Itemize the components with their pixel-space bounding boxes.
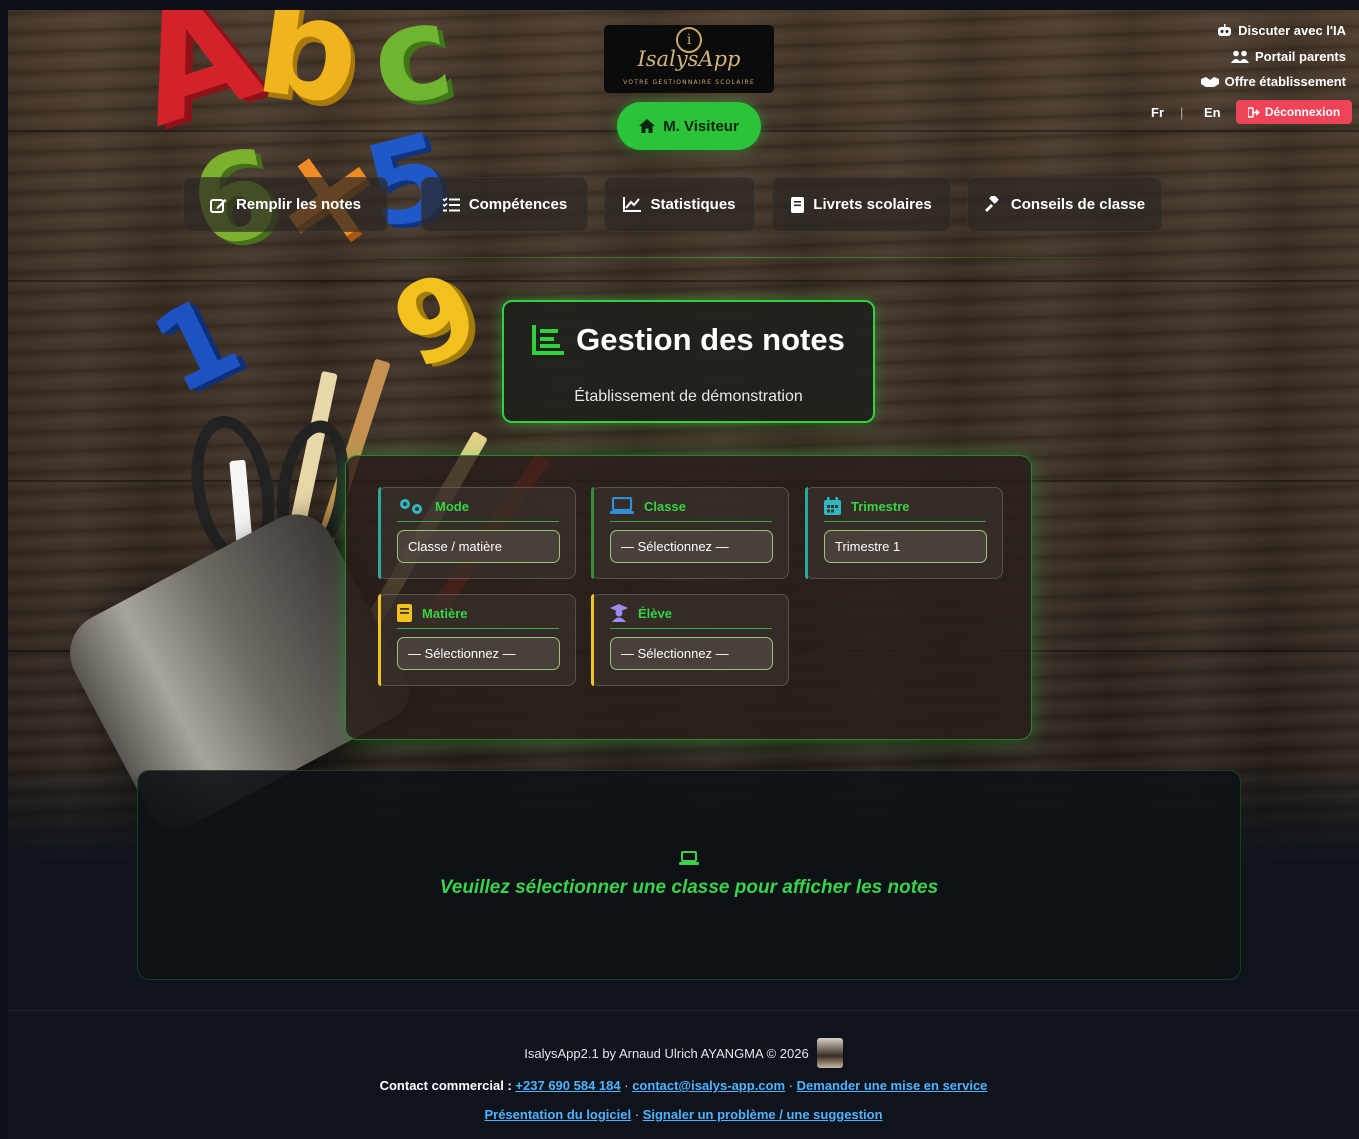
nav-livrets-scolaires[interactable]: Livrets scolaires xyxy=(772,177,951,232)
author-avatar xyxy=(816,1038,843,1068)
nav-remplir-notes[interactable]: Remplir les notes xyxy=(183,177,388,232)
robot-icon xyxy=(1218,24,1232,36)
users-icon xyxy=(1230,50,1249,63)
user-home-button[interactable]: M. Visiteur xyxy=(617,102,761,150)
book-icon xyxy=(397,604,412,622)
footer-contact: Contact commercial : +237 690 584 184 · … xyxy=(379,1078,988,1093)
chart-line-icon xyxy=(623,197,642,212)
nav-divider xyxy=(308,257,1168,258)
page-title-card: Gestion des notes Établissement de démon… xyxy=(502,300,875,423)
school-name: Établissement de démonstration xyxy=(574,388,803,405)
nav-competences[interactable]: Compétences xyxy=(421,177,588,232)
number-9-toy: 9 xyxy=(375,245,498,395)
chat-ai-link[interactable]: Discuter avec l'IA xyxy=(1217,23,1346,38)
nav-conseils-de-classe[interactable]: Conseils de classe xyxy=(967,177,1162,232)
user-name: M. Visiteur xyxy=(663,117,739,135)
request-service-link[interactable]: Demander une mise en service xyxy=(797,1078,988,1093)
handshake-icon xyxy=(1200,76,1219,87)
gavel-icon xyxy=(984,196,999,212)
lang-separator: | xyxy=(1180,105,1184,120)
home-icon xyxy=(639,119,656,133)
laptop-icon xyxy=(610,497,634,514)
eleve-select[interactable]: — Sélectionnez — xyxy=(610,637,773,670)
phone-link[interactable]: +237 690 584 184 xyxy=(515,1078,620,1093)
app-frame: A b c 6 × 5 9 1 i IsalysApp VOTRE GESTIO… xyxy=(8,10,1359,1139)
grades-list-icon xyxy=(532,325,565,355)
filter-eleve: Élève — Sélectionnez — xyxy=(591,594,789,686)
presentation-link[interactable]: Présentation du logiciel xyxy=(484,1107,631,1122)
calendar-icon xyxy=(824,497,841,515)
nav-statistiques[interactable]: Statistiques xyxy=(604,177,755,232)
email-link[interactable]: contact@isalys-app.com xyxy=(632,1078,785,1093)
graduate-student-icon xyxy=(610,604,628,622)
logout-button[interactable]: Déconnexion xyxy=(1236,100,1352,124)
notes-empty-state: Veuillez sélectionner une classe pour af… xyxy=(137,770,1241,980)
footer-links: Présentation du logiciel · Signaler un p… xyxy=(484,1107,883,1122)
letter-c-toy: c xyxy=(360,10,463,137)
checklist-icon xyxy=(442,197,460,212)
mode-select[interactable]: Classe / matière xyxy=(397,530,560,563)
filter-trimestre: Trimestre Trimestre 1 xyxy=(805,487,1003,579)
edit-icon xyxy=(209,198,227,213)
report-problem-link[interactable]: Signaler un problème / une suggestion xyxy=(643,1107,883,1122)
filter-matiere: Matière — Sélectionnez — xyxy=(378,594,576,686)
letter-b-toy: b xyxy=(247,10,370,138)
app-logo[interactable]: i IsalysApp VOTRE GESTIONNAIRE SCOLAIRE xyxy=(604,25,774,93)
filter-mode: Mode Classe / matière xyxy=(378,487,576,579)
filter-classe: Classe — Sélectionnez — xyxy=(591,487,789,579)
laptop-icon xyxy=(679,851,699,865)
lang-en-link[interactable]: En xyxy=(1204,105,1221,120)
trimestre-select[interactable]: Trimestre 1 xyxy=(824,530,987,563)
parents-portal-link[interactable]: Portail parents xyxy=(1230,49,1346,64)
page-title: Gestion des notes xyxy=(576,322,845,357)
footer-credit: IsalysApp2.1 by Arnaud Ulrich AYANGMA © … xyxy=(8,1038,1359,1068)
empty-state-message: Veuillez sélectionner une classe pour af… xyxy=(439,877,939,898)
sign-out-icon xyxy=(1247,106,1260,118)
gears-icon xyxy=(400,499,422,514)
book-icon xyxy=(791,196,805,213)
logo-name: IsalysApp xyxy=(637,47,741,71)
logo-tagline: VOTRE GESTIONNAIRE SCOLAIRE xyxy=(623,79,755,86)
matiere-select[interactable]: — Sélectionnez — xyxy=(397,637,560,670)
lang-fr-link[interactable]: Fr xyxy=(1151,105,1164,120)
filter-panel: Mode Classe / matière Classe — Sélection… xyxy=(345,455,1032,740)
number-1-toy: 1 xyxy=(133,270,259,420)
classe-select[interactable]: — Sélectionnez — xyxy=(610,530,773,563)
school-offer-link[interactable]: Offre établissement xyxy=(1200,74,1346,89)
